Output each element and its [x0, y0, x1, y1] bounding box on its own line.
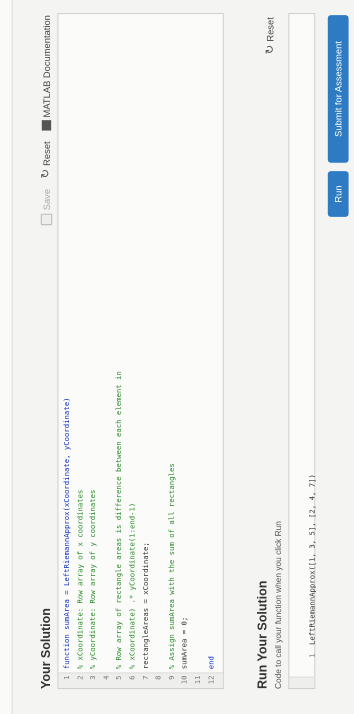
- code-text: % Assign sumArea with the sum of all rec…: [167, 463, 176, 670]
- reset-icon: ↻: [39, 168, 53, 179]
- matlab-grader-panel: Your Solution Save ↻ Reset MATLAB Docume…: [0, 0, 354, 714]
- reset-label: Reset: [41, 141, 52, 166]
- line-number: 1: [62, 675, 71, 680]
- save-icon: [40, 213, 53, 225]
- top-bar: [0, 0, 13, 714]
- code-text: function sumArea = LeftRiemannApprox(xCo…: [62, 397, 71, 670]
- code-line: 4: [101, 669, 112, 688]
- code-line: 5 % Row array of rectangle areas is diffe…: [114, 371, 125, 688]
- line-number: 2: [75, 675, 85, 680]
- code-line: 9 % Assign sumArea with the sum of all re…: [166, 463, 177, 688]
- line-number: 1: [308, 653, 317, 658]
- code-line: 12 end: [206, 656, 217, 688]
- line-number: 9: [167, 675, 176, 680]
- run-reset-label: Reset: [265, 17, 276, 42]
- solution-title: Your Solution: [38, 608, 54, 690]
- line-number: 6: [128, 675, 137, 680]
- reset-icon: ↻: [263, 44, 277, 55]
- line-number: 7: [141, 675, 150, 680]
- code-text: % xCoordinate) .* yCoordinate(1:end-1): [128, 502, 137, 670]
- save-label: Save: [41, 188, 52, 211]
- code-line: 11: [193, 669, 204, 688]
- code-text: end: [206, 656, 216, 670]
- run-reset-button[interactable]: ↻ Reset: [263, 17, 277, 55]
- code-editor[interactable]: 1 function sumArea = LeftRiemannApprox(xC…: [57, 13, 224, 690]
- code-text: rectangleAreas = xCoordinate;: [141, 542, 150, 670]
- submit-button[interactable]: Submit for Assessment: [327, 15, 349, 163]
- code-line: 1 function sumArea = LeftRiemannApprox(xC…: [62, 398, 73, 688]
- run-hint: Code to call your function when you clic…: [273, 521, 284, 690]
- line-number: 8: [154, 675, 163, 680]
- line-number: 5: [115, 675, 124, 680]
- code-line: 3 % yCoordinate: Row array of y coordinat…: [88, 490, 99, 688]
- code-line: 2 % xCoordinate: Row array of x coordinat…: [75, 490, 86, 688]
- code-line: 6 % xCoordinate) .* yCoordinate(1:end-1): [127, 503, 138, 688]
- matlab-documentation-link[interactable]: MATLAB Documentation: [41, 15, 52, 131]
- code-line: 8: [153, 669, 164, 688]
- documentation-icon: [41, 120, 52, 131]
- code-text: % Row array of rectangle areas is differ…: [115, 371, 124, 670]
- solution-toolbar: Save ↻ Reset MATLAB Documentation: [39, 15, 53, 225]
- run-code-editor[interactable]: 1 LeftRiemannApprox([1, 3, 5], [2, 4, 7]): [288, 13, 316, 690]
- save-button[interactable]: Save: [40, 188, 53, 225]
- run-title: Run Your Solution: [255, 580, 270, 690]
- code-text: % yCoordinate: Row array of y coordinate…: [88, 489, 98, 670]
- code-text: % xCoordinate: Row array of x coordinate…: [75, 489, 85, 670]
- reset-button[interactable]: ↻ Reset: [39, 141, 53, 179]
- line-number: 11: [193, 675, 202, 685]
- documentation-label: MATLAB Documentation: [41, 15, 52, 118]
- rotated-screenshot: Your Solution Save ↻ Reset MATLAB Docume…: [0, 0, 354, 714]
- line-number: 12: [206, 675, 216, 685]
- run-code-line: 1 LeftRiemannApprox([1, 3, 5], [2, 4, 7]): [296, 474, 316, 688]
- line-number: 4: [101, 675, 111, 680]
- line-number: 10: [180, 675, 189, 685]
- code-line: 10 sumArea = 0;: [179, 617, 190, 688]
- code-text: sumArea = 0;: [180, 616, 189, 670]
- run-button[interactable]: Run: [327, 171, 349, 217]
- code-line: 7 rectangleAreas = xCoordinate;: [140, 542, 151, 688]
- line-number: 3: [88, 675, 98, 680]
- run-code-text: LeftRiemannApprox([1, 3, 5], [2, 4, 7]): [308, 474, 317, 646]
